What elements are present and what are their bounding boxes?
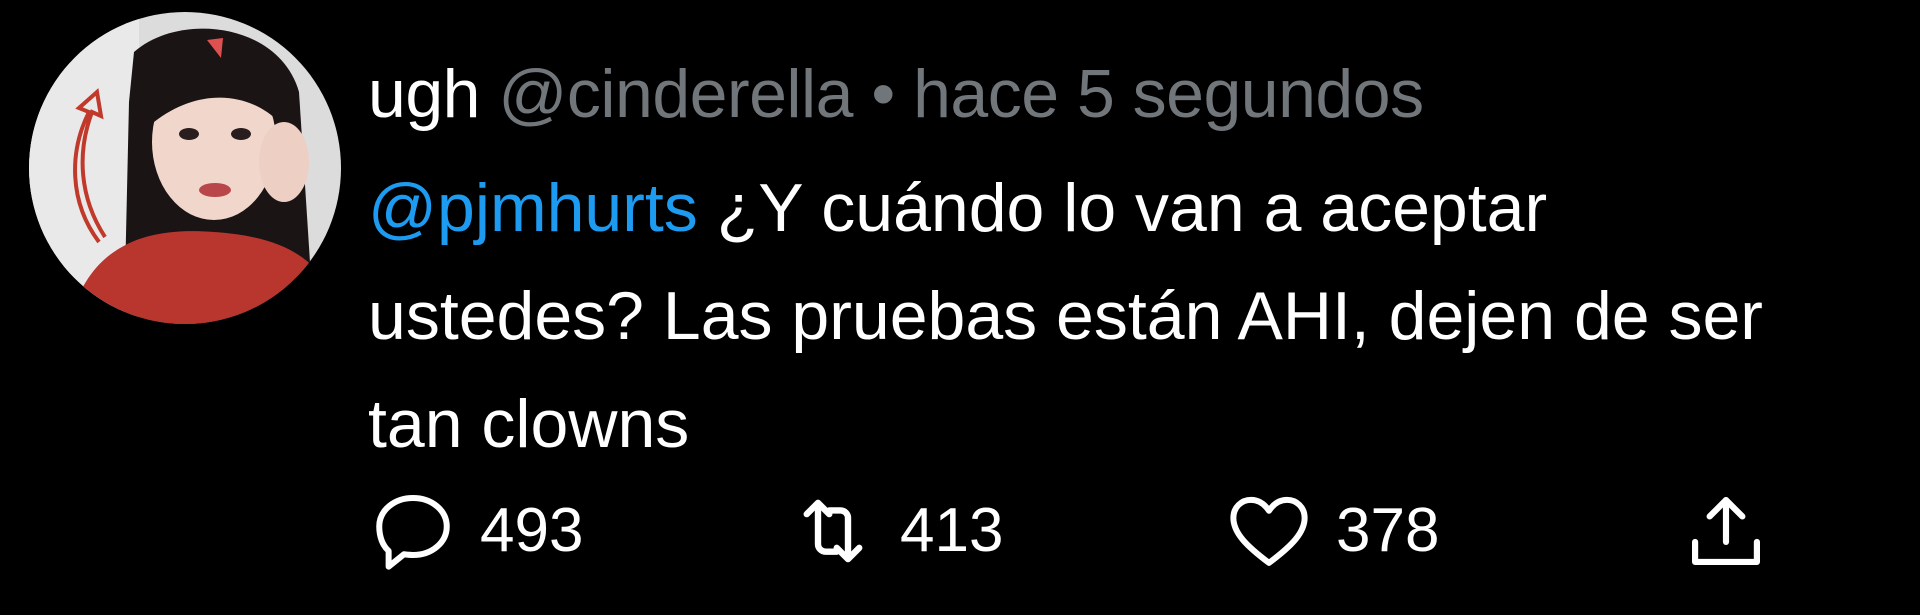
- tweet-content: ugh @cinderella • hace 5 segundos @pjmhu…: [368, 40, 1848, 478]
- share-icon: [1692, 497, 1760, 565]
- like-button[interactable]: 378: [1224, 486, 1439, 576]
- timestamp[interactable]: hace 5 segundos: [913, 56, 1424, 132]
- like-count: 378: [1336, 496, 1440, 565]
- reply-icon: [376, 495, 450, 570]
- avatar-image: [29, 12, 341, 324]
- user-handle[interactable]: @cinderella: [498, 56, 853, 132]
- reply-button[interactable]: 493: [368, 486, 583, 576]
- action-bar: 493 413 378: [368, 486, 1768, 576]
- retweet-icon: [803, 499, 863, 563]
- share-button[interactable]: [1686, 486, 1766, 576]
- tweet-text: @pjmhurts ¿Y cuándo lo van a aceptar ust…: [368, 154, 1798, 478]
- heart-icon: [1230, 496, 1308, 566]
- retweet-count: 413: [900, 496, 1004, 565]
- avatar[interactable]: [29, 12, 341, 324]
- reply-count: 493: [480, 496, 584, 565]
- retweet-button[interactable]: 413: [788, 486, 1003, 576]
- tweet: ugh @cinderella • hace 5 segundos @pjmhu…: [0, 0, 1920, 615]
- display-name[interactable]: ugh: [368, 56, 480, 132]
- tweet-header: ugh @cinderella • hace 5 segundos: [368, 40, 1848, 148]
- mention-link[interactable]: @pjmhurts: [368, 170, 698, 246]
- separator-dot: •: [871, 56, 895, 132]
